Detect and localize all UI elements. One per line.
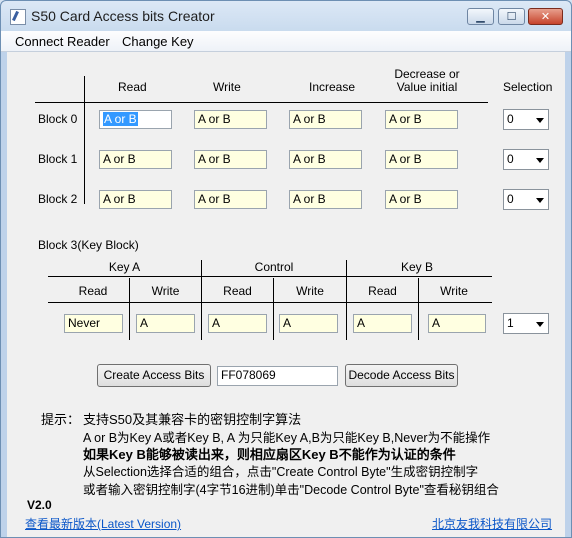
selected-value: 1 [507, 316, 514, 330]
sub-header-write: Write [296, 284, 324, 298]
selected-value: 0 [507, 112, 514, 126]
col-header-read: Read [118, 80, 147, 94]
keya-write-field[interactable]: A [136, 314, 195, 333]
block0-read-field[interactable]: A or B [99, 110, 172, 129]
latest-version-link[interactable]: 查看最新版本(Latest Version) [25, 515, 181, 532]
create-access-bits-button[interactable]: Create Access Bits [97, 364, 211, 387]
control-write-field[interactable]: A [279, 314, 338, 333]
version-label: V2.0 [27, 498, 52, 512]
block1-write-field[interactable]: A or B [194, 150, 267, 169]
sub-header-write: Write [440, 284, 468, 298]
block1-selection-select[interactable]: 0 [503, 149, 549, 170]
sub-header-read: Read [78, 284, 108, 298]
app-icon [10, 9, 26, 25]
block2-decrease-field[interactable]: A or B [385, 190, 458, 209]
notes-label: 提示： [41, 412, 81, 427]
client-area: Read Write Increase Decrease or Value in… [7, 52, 565, 537]
close-button[interactable]: ✕ [528, 8, 563, 25]
control-read-field[interactable]: A [208, 314, 267, 333]
block0-decrease-field[interactable]: A or B [385, 110, 458, 129]
block0-increase-field[interactable]: A or B [289, 110, 362, 129]
sub-header-read: Read [223, 284, 252, 298]
chevron-down-icon [536, 322, 544, 327]
keyb-write-field[interactable]: A [428, 314, 486, 333]
col-header-write: Write [213, 80, 241, 94]
group-header-key-a: Key A [108, 260, 141, 274]
keyb-read-field[interactable]: A [353, 314, 412, 333]
block1-increase-field[interactable]: A or B [289, 150, 362, 169]
chevron-down-icon [536, 158, 544, 163]
notes-line: 或者输入密钥控制字(4字节16进制)单击"Decode Control Byte… [83, 483, 499, 497]
maximize-button[interactable]: ☐ [498, 8, 525, 25]
app-window: S50 Card Access bits Creator ▁ ☐ ✕ Conne… [0, 0, 572, 538]
chevron-down-icon [536, 198, 544, 203]
selected-text: A or B [103, 112, 138, 126]
block-label: Block 1 [38, 152, 78, 166]
block-label: Block 2 [38, 192, 78, 206]
table-divider [84, 76, 85, 204]
chevron-down-icon [536, 118, 544, 123]
menu-bar: Connect Reader Change Key [1, 31, 571, 52]
block2-increase-field[interactable]: A or B [289, 190, 362, 209]
keya-read-field[interactable]: Never [64, 314, 123, 333]
group-header-key-b: Key B [400, 260, 433, 274]
block2-write-field[interactable]: A or B [194, 190, 267, 209]
title-bar[interactable]: S50 Card Access bits Creator ▁ ☐ ✕ [1, 1, 571, 31]
access-code-field[interactable]: FF078069 [217, 366, 338, 386]
window-title: S50 Card Access bits Creator [31, 8, 215, 24]
col-header-decrease: Decrease or Value initial [394, 67, 460, 94]
col-header-increase: Increase [309, 80, 356, 94]
col-header-selection: Selection [503, 80, 553, 94]
table-divider [35, 102, 488, 103]
minimize-button[interactable]: ▁ [467, 8, 494, 25]
sub-header-read: Read [368, 284, 397, 298]
menu-connect-reader[interactable]: Connect Reader [15, 34, 110, 49]
block1-read-field[interactable]: A or B [99, 150, 172, 169]
notes-line: 支持S50及其兼容卡的密钥控制字算法 [83, 412, 302, 427]
table-divider [48, 276, 492, 277]
table-divider [48, 302, 492, 303]
block0-write-field[interactable]: A or B [194, 110, 267, 129]
notes-line: 从Selection选择合适的组合，点击"Create Control Byte… [83, 465, 479, 479]
block3-title: Block 3(Key Block) [38, 238, 139, 252]
menu-change-key[interactable]: Change Key [122, 34, 194, 49]
block0-selection-select[interactable]: 0 [503, 109, 549, 130]
selected-value: 0 [507, 192, 514, 206]
block-label: Block 0 [38, 112, 78, 126]
block2-read-field[interactable]: A or B [99, 190, 172, 209]
block1-decrease-field[interactable]: A or B [385, 150, 458, 169]
company-link[interactable]: 北京友我科技有限公司 [432, 515, 552, 532]
selected-value: 0 [507, 152, 514, 166]
decode-access-bits-button[interactable]: Decode Access Bits [345, 364, 458, 387]
sub-header-write: Write [151, 284, 180, 298]
block2-selection-select[interactable]: 0 [503, 189, 549, 210]
group-header-control: Control [254, 260, 294, 274]
block3-selection-select[interactable]: 1 [503, 313, 549, 334]
